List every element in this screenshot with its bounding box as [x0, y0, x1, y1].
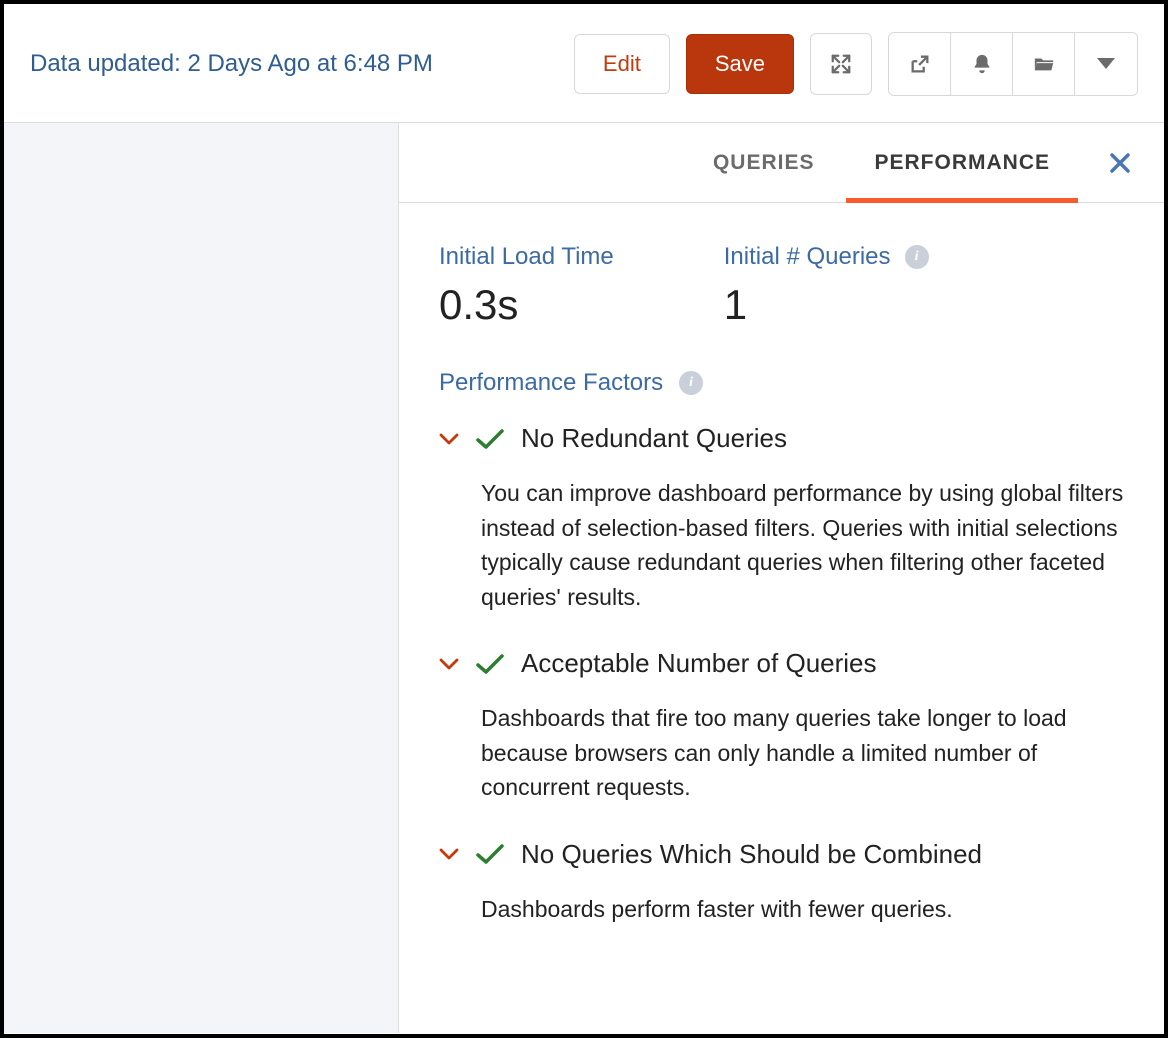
factor-title: No Redundant Queries — [521, 423, 787, 454]
close-icon — [1108, 151, 1132, 175]
check-icon — [475, 842, 505, 866]
content-area: Queries Performance Initial Load Time 0.… — [4, 123, 1164, 1033]
metrics-row: Initial Load Time 0.3s Initial # Queries… — [439, 243, 1124, 329]
factor-header[interactable]: No Queries Which Should be Combined — [439, 839, 1124, 870]
factor-item: No Queries Which Should be Combined Dash… — [439, 839, 1124, 927]
chevron-down-icon — [439, 847, 459, 861]
share-button[interactable] — [889, 33, 951, 95]
metric-load-time-value: 0.3s — [439, 281, 614, 329]
check-icon — [475, 652, 505, 676]
chevron-down-icon — [439, 657, 459, 671]
metric-query-count-label: Initial # Queries i — [724, 243, 929, 271]
bell-icon — [971, 53, 993, 75]
metric-load-time-label: Initial Load Time — [439, 243, 614, 271]
factor-body: Dashboards that fire too many queries ta… — [439, 701, 1124, 805]
left-panel — [4, 123, 399, 1033]
folder-button[interactable] — [1013, 33, 1075, 95]
fullscreen-button[interactable] — [810, 33, 872, 95]
factor-item: No Redundant Queries You can improve das… — [439, 423, 1124, 614]
data-updated-label: Data updated: 2 Days Ago at 6:48 PM — [30, 50, 433, 78]
caret-down-icon — [1097, 58, 1115, 70]
metric-query-count: Initial # Queries i 1 — [724, 243, 929, 329]
factor-title: No Queries Which Should be Combined — [521, 839, 982, 870]
tab-queries[interactable]: Queries — [683, 123, 845, 202]
toolbar: Data updated: 2 Days Ago at 6:48 PM Edit… — [4, 4, 1164, 123]
close-panel-button[interactable] — [1080, 151, 1164, 175]
toolbar-button-group — [888, 32, 1138, 96]
save-button[interactable]: Save — [686, 34, 794, 94]
factor-header[interactable]: No Redundant Queries — [439, 423, 1124, 454]
right-panel: Queries Performance Initial Load Time 0.… — [399, 123, 1164, 1033]
info-icon[interactable]: i — [679, 371, 703, 395]
performance-factors-header: Performance Factors i — [439, 369, 1124, 397]
factor-item: Acceptable Number of Queries Dashboards … — [439, 648, 1124, 805]
folder-open-icon — [1032, 53, 1056, 75]
metric-query-count-value: 1 — [724, 281, 929, 329]
factor-body: You can improve dashboard performance by… — [439, 476, 1124, 614]
panel-body: Initial Load Time 0.3s Initial # Queries… — [399, 203, 1164, 960]
factor-header[interactable]: Acceptable Number of Queries — [439, 648, 1124, 679]
metric-load-time: Initial Load Time 0.3s — [439, 243, 614, 329]
edit-button[interactable]: Edit — [574, 34, 670, 94]
tab-performance[interactable]: Performance — [844, 123, 1080, 202]
info-icon[interactable]: i — [905, 245, 929, 269]
chevron-down-icon — [439, 432, 459, 446]
tabs: Queries Performance — [399, 123, 1164, 203]
factor-body: Dashboards perform faster with fewer que… — [439, 892, 1124, 927]
expand-icon — [830, 53, 852, 75]
share-icon — [909, 53, 931, 75]
notifications-button[interactable] — [951, 33, 1013, 95]
check-icon — [475, 427, 505, 451]
more-button[interactable] — [1075, 33, 1137, 95]
factor-title: Acceptable Number of Queries — [521, 648, 877, 679]
